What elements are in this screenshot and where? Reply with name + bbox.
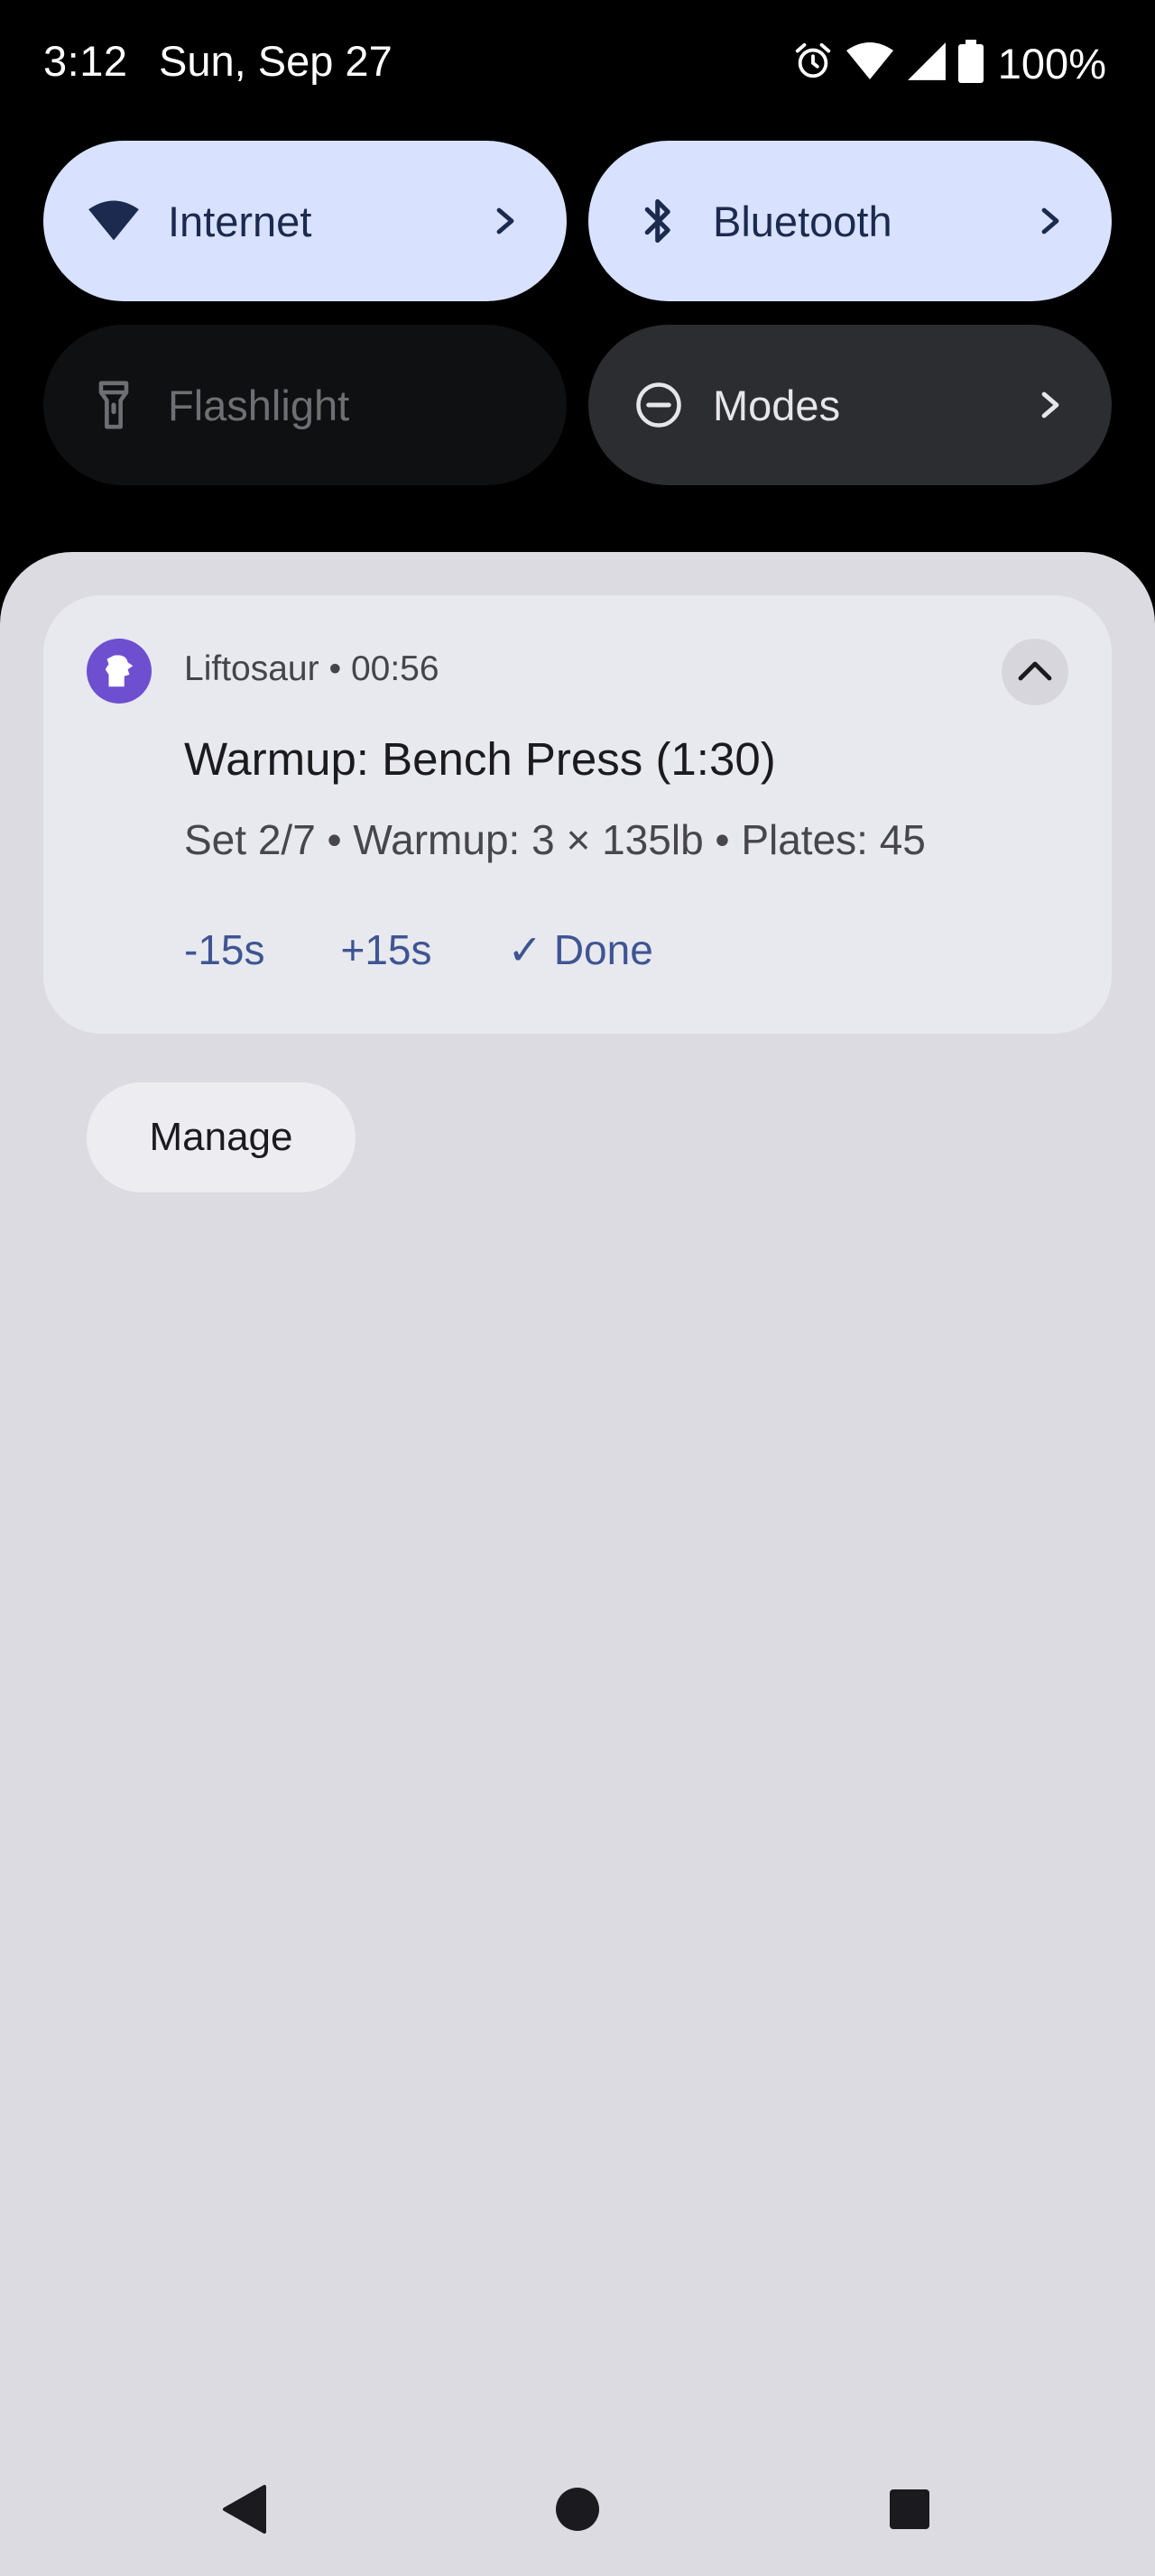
notification-title: Warmup: Bench Press (1:30) <box>184 733 776 785</box>
status-icons: 100% <box>792 36 1106 90</box>
internet-tile[interactable]: Internet <box>43 141 567 301</box>
manage-button[interactable]: Manage <box>87 1082 356 1192</box>
done-button[interactable]: ✓ Done <box>508 925 653 974</box>
chevron-right-icon <box>487 203 523 239</box>
notification-elapsed-time: 00:56 <box>350 649 439 688</box>
modes-tile[interactable]: Modes <box>588 325 1112 485</box>
status-bar: 3:12 Sun, Sep 27 100% <box>0 0 1155 126</box>
minus-15s-button[interactable]: -15s <box>184 925 264 974</box>
navigation-bar <box>0 2446 1155 2576</box>
notification-app-name: Liftosaur <box>184 649 319 688</box>
bluetooth-tile-label: Bluetooth <box>713 197 892 245</box>
wifi-icon <box>87 194 141 248</box>
collapse-button[interactable] <box>1002 639 1068 705</box>
internet-tile-label: Internet <box>168 197 312 245</box>
notification-card[interactable]: Liftosaur • 00:56 Warmup: Bench Press (1… <box>43 595 1112 1034</box>
plus-15s-button[interactable]: +15s <box>340 925 431 974</box>
back-button[interactable] <box>208 2473 280 2545</box>
do-not-disturb-icon <box>632 378 686 432</box>
chevron-right-icon <box>1032 387 1068 423</box>
notification-actions: -15s +15s ✓ Done <box>184 925 653 974</box>
recents-button[interactable] <box>873 2473 946 2545</box>
wifi-icon <box>845 41 895 87</box>
chevron-right-icon <box>1032 203 1068 239</box>
status-time: 3:12 <box>43 37 128 85</box>
flashlight-tile-label: Flashlight <box>168 381 350 429</box>
bluetooth-tile[interactable]: Bluetooth <box>588 141 1112 301</box>
home-button[interactable] <box>541 2473 614 2545</box>
flashlight-icon <box>87 378 141 432</box>
modes-tile-label: Modes <box>713 381 841 429</box>
battery-icon <box>957 39 984 87</box>
flashlight-tile[interactable]: Flashlight <box>43 325 567 485</box>
battery-percentage: 100% <box>997 39 1106 87</box>
cellular-signal-icon <box>906 41 947 87</box>
bluetooth-icon <box>632 194 686 248</box>
notification-header: Liftosaur • 00:56 <box>184 649 439 689</box>
status-date: Sun, Sep 27 <box>159 37 393 85</box>
notification-separator: • <box>328 649 342 688</box>
chevron-up-icon <box>1017 658 1053 686</box>
liftosaur-app-icon <box>87 639 152 704</box>
notification-body: Set 2/7 • Warmup: 3 × 135lb • Plates: 45 <box>184 816 926 863</box>
alarm-icon <box>792 41 834 87</box>
